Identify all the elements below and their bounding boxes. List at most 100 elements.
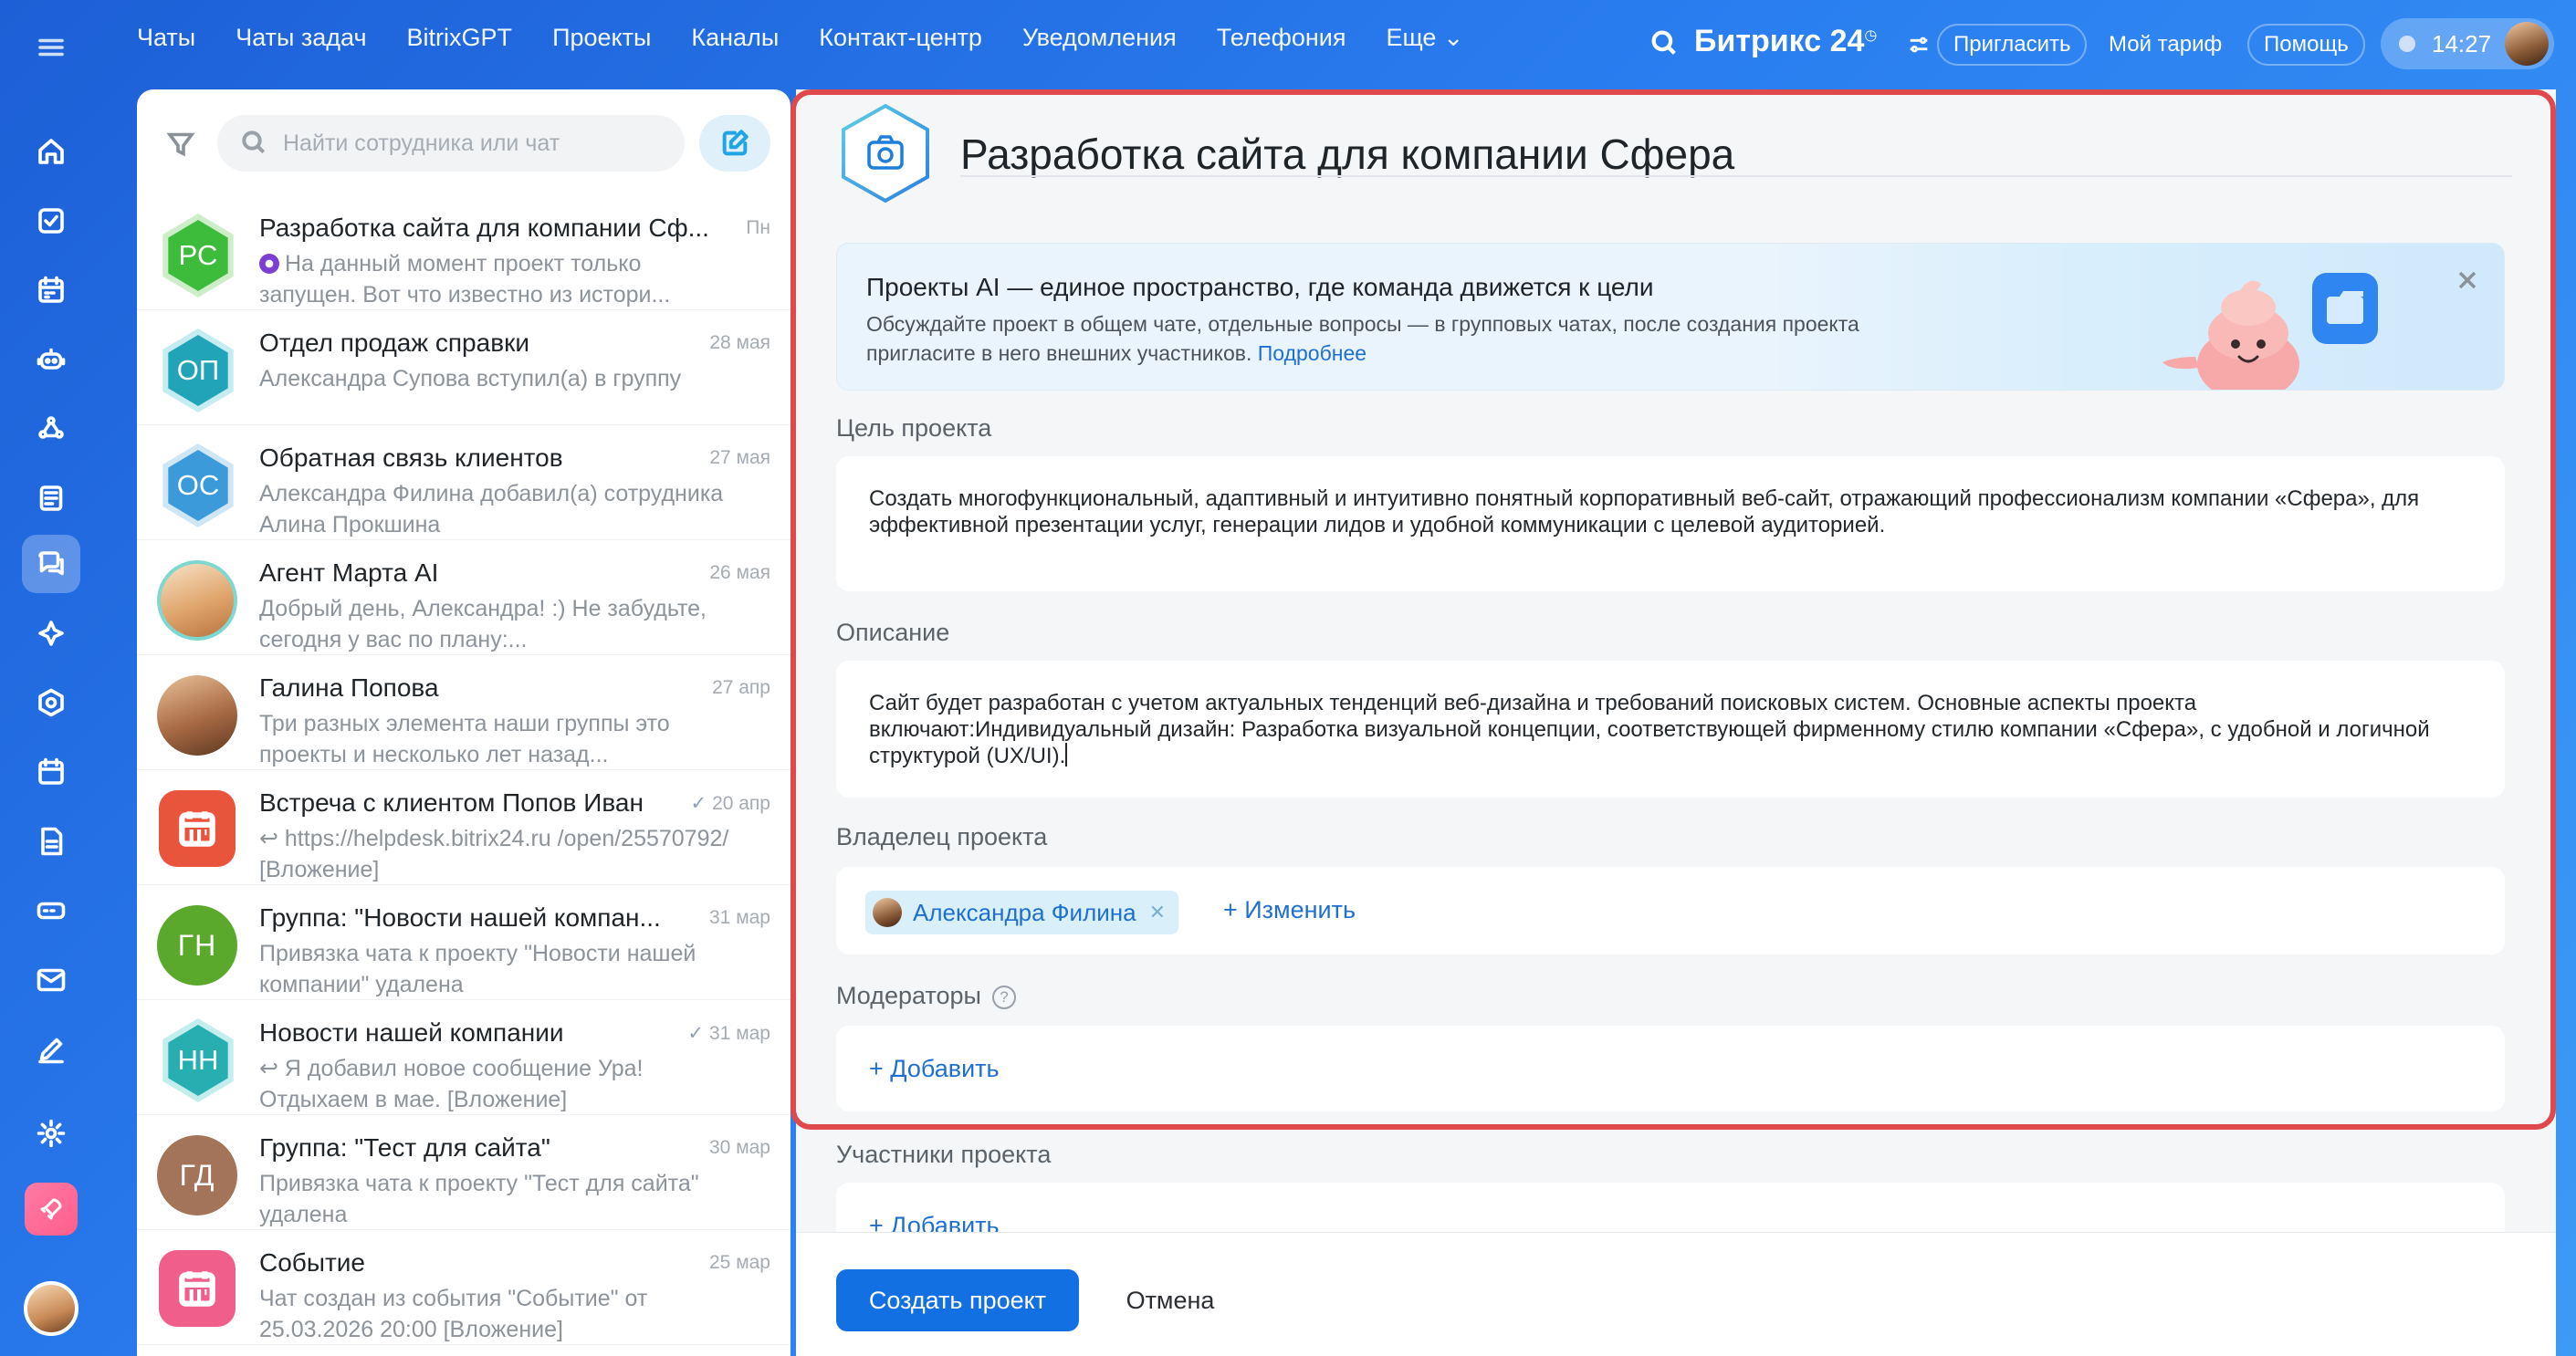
rocket-icon[interactable] [25, 1183, 78, 1236]
help-icon[interactable]: ? [991, 986, 1016, 1009]
new-chat-button[interactable] [699, 115, 770, 172]
tasks-icon[interactable] [22, 192, 80, 250]
owner-label: Владелец проекта [836, 823, 1048, 850]
mail-icon[interactable] [22, 951, 80, 1009]
calendar-grid-icon[interactable] [22, 261, 80, 319]
invite-button[interactable]: Пригласить [1937, 24, 2088, 66]
chat-title: Отдел продаж справки [259, 329, 529, 357]
chat-avatar [157, 560, 237, 641]
nav-item-bitrixgpt[interactable]: BitrixGPT [407, 24, 513, 60]
chat-date: 28 мая [709, 332, 770, 353]
chat-item[interactable]: Событие 25 мар Чат создан из события "Со… [137, 1230, 791, 1345]
chat-avatar: РС [157, 214, 239, 297]
add-moderator-link[interactable]: + Добавить [869, 1055, 1000, 1083]
nav-item-channels[interactable]: Каналы [691, 24, 779, 60]
chat-item[interactable]: Встреча с клиентом Попов Иван ✓ 20 апр ↩ … [137, 770, 791, 885]
chat-item[interactable]: Галина Попова 27 апр Три разных элемента… [137, 655, 791, 770]
moderators-field: + Добавить [836, 1026, 2505, 1111]
calendar-icon[interactable] [22, 743, 80, 801]
owner-field: Александра Филина ✕ + Изменить [836, 867, 2505, 954]
project-title[interactable]: Разработка сайта для компании Сфера [960, 130, 1734, 179]
chat-date: ✓ 20 апр [690, 793, 770, 814]
goal-field[interactable]: Создать многофункциональный, адаптивный … [836, 456, 2505, 591]
chat-date: 30 мар [709, 1137, 770, 1158]
change-owner-link[interactable]: + Изменить [1223, 896, 1356, 924]
chat-search-input[interactable] [217, 115, 685, 172]
form-footer: Создать проект Отмена [796, 1232, 2556, 1356]
goal-label: Цель проекта [836, 414, 992, 442]
ai-agent-icon [259, 254, 279, 274]
drive-icon[interactable] [22, 881, 80, 940]
calendar-icon [179, 1271, 215, 1307]
owner-chip[interactable]: Александра Филина ✕ [865, 891, 1179, 934]
nav-item-more[interactable]: Еще ⌄ [1386, 24, 1463, 60]
tune-icon[interactable] [1901, 24, 1937, 66]
chat-avatar: ГД [157, 1135, 237, 1215]
chat-preview: ↩ https://helpdesk.bitrix24.ru /open/255… [259, 826, 729, 882]
feed-icon[interactable] [22, 469, 80, 527]
goal-text: Создать многофункциональный, адаптивный … [869, 486, 2420, 537]
remove-owner-icon[interactable]: ✕ [1149, 901, 1166, 924]
home-icon[interactable] [22, 122, 80, 181]
banner-close-icon[interactable] [2453, 266, 2482, 295]
cancel-button[interactable]: Отмена [1106, 1269, 1234, 1331]
chat-title: Встреча с клиентом Попов Иван [259, 788, 644, 817]
project-photo-button[interactable] [836, 102, 935, 204]
chat-item[interactable]: НН Новости нашей компании ✓ 31 мар ↩ Я до… [137, 1000, 791, 1115]
learn-more-link[interactable]: Подробнее [1258, 341, 1367, 365]
chat-preview: ↩ Я добавил новое сообщение Ура! Отдыхае… [259, 1056, 644, 1112]
text-caret [1065, 743, 1068, 767]
status-dot-icon [2399, 36, 2415, 52]
nav-item-telephony[interactable]: Телефония [1217, 24, 1346, 60]
chat-preview: Александра Филина добавил(а) сотрудника … [259, 481, 724, 537]
sparkle-icon[interactable] [22, 604, 80, 662]
nav-item-task-chats[interactable]: Чаты задач [236, 24, 366, 60]
chat-item[interactable]: ГН Группа: "Новости нашей компан... 31 м… [137, 885, 791, 1000]
hexagon-icon[interactable] [22, 673, 80, 732]
global-search-icon[interactable] [1649, 27, 1680, 58]
description-field[interactable]: Сайт будет разработан с учетом актуальны… [836, 661, 2505, 798]
nav-item-contact-center[interactable]: Контакт-центр [819, 24, 982, 60]
chat-avatar: ОС [157, 443, 239, 527]
help-button[interactable]: Помощь [2247, 24, 2365, 66]
settings-icon[interactable] [22, 1104, 80, 1163]
chat-title: Новости нашей компании [259, 1018, 564, 1047]
compose-icon [722, 130, 749, 156]
banner-title: Проекты AI — единое пространство, где ко… [866, 273, 1654, 301]
chat-item[interactable]: Агент Марта AI 26 мая Добрый день, Алекс… [137, 540, 791, 655]
chat-item[interactable]: ОС Обратная связь клиентов 27 мая Алекса… [137, 425, 791, 540]
clock-time: 14:27 [2432, 29, 2492, 57]
nav-item-notifications[interactable]: Уведомления [1022, 24, 1177, 60]
create-project-button[interactable]: Создать проект [836, 1269, 1079, 1331]
chat-title: Разработка сайта для компании Сф... [259, 214, 709, 242]
chat-date: 26 мая [709, 562, 770, 583]
chats-icon[interactable] [22, 535, 80, 593]
menu-icon[interactable] [22, 18, 80, 77]
chat-item[interactable]: ГД Группа: "Тест для сайта" 30 мар Привя… [137, 1115, 791, 1230]
header-avatar[interactable] [2505, 22, 2549, 66]
robot-icon[interactable] [22, 330, 80, 389]
worktime-clock[interactable]: 14:27 [2381, 18, 2554, 69]
nav-item-chats[interactable]: Чаты [137, 24, 195, 60]
moderators-label: Модераторы? [836, 982, 1016, 1010]
chat-title: Галина Попова [259, 673, 439, 702]
create-project-panel: Разработка сайта для компании Сфера Прое… [796, 89, 2556, 1356]
owner-avatar [873, 898, 902, 927]
owner-name: Александра Филина [913, 898, 1136, 926]
sign-icon[interactable] [22, 1020, 80, 1079]
title-underline [960, 175, 2512, 177]
document-icon[interactable] [22, 812, 80, 871]
calendar-icon [179, 811, 215, 847]
chat-item[interactable]: ОП Отдел продаж справки 28 мая Александр… [137, 310, 791, 425]
my-tariff-button[interactable]: Мой тариф [2094, 24, 2236, 66]
chat-avatar [159, 790, 236, 867]
nav-item-projects[interactable]: Проекты [552, 24, 651, 60]
chat-date: 27 мая [709, 447, 770, 468]
crm-icon[interactable] [22, 400, 80, 458]
chat-item[interactable]: РС Разработка сайта для компании Сф... П… [137, 195, 791, 310]
chat-avatar [157, 675, 237, 756]
chat-date: Пн [746, 217, 770, 238]
user-avatar[interactable] [24, 1281, 79, 1336]
filter-icon[interactable] [164, 128, 197, 161]
read-check-icon: ✓ [690, 793, 707, 814]
